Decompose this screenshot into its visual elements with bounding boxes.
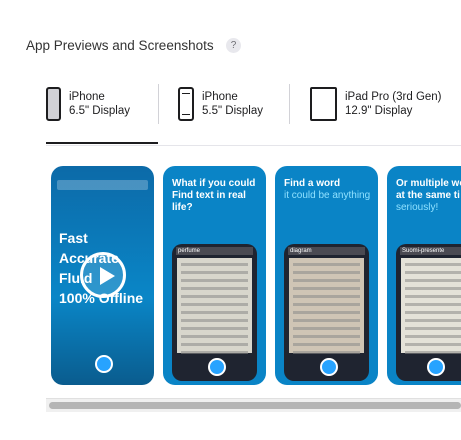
screenshot-caption: Find a word (284, 178, 341, 189)
screenshot-find-text[interactable]: What if you could Find text in real life… (163, 166, 266, 385)
tab-divider (289, 84, 290, 124)
tab-label-line1: iPhone (202, 91, 238, 103)
document-preview (401, 258, 461, 354)
play-icon[interactable] (80, 252, 126, 298)
phone-mockup: Suomi-presente (396, 244, 461, 381)
tab-label-line2: 12.9" Display (345, 105, 413, 117)
mock-search-label: perfume (176, 247, 253, 255)
device-tabs: iPhone 6.5" Display iPhone 5.5" Display … (46, 80, 461, 144)
screenshot-caption: What if you could Find text in real life… (172, 178, 256, 213)
horizontal-scrollbar[interactable] (46, 398, 461, 412)
tab-iphone-5-5[interactable]: iPhone 5.5" Display (178, 80, 263, 128)
scrollbar-thumb[interactable] (49, 402, 461, 409)
section-title: App Previews and Screenshots (26, 38, 214, 53)
screenshot-subcaption: seriously! (396, 202, 439, 213)
shutter-button-icon (426, 358, 445, 376)
tab-label-line2: 5.5" Display (202, 105, 263, 117)
tab-ipad-pro[interactable]: iPad Pro (3rd Gen) 12.9" Display (310, 80, 442, 128)
tab-label-line1: iPad Pro (3rd Gen) (345, 91, 442, 103)
shutter-button-icon (207, 358, 226, 376)
screenshot-multiple-words[interactable]: Or multiple wo at the same ti seriously!… (387, 166, 461, 385)
screenshot-find-word[interactable]: Find a word it could be anything diagram (275, 166, 378, 385)
search-bar-mock (57, 180, 148, 190)
screenshot-video-preview[interactable]: Fast Accurate Fluid 100% Offline (51, 166, 154, 385)
iphone-tall-icon (46, 87, 61, 121)
phone-mockup: perfume (172, 244, 257, 381)
screenshot-subcaption: it could be anything (284, 190, 371, 201)
screenshot-caption: Or multiple wo at the same ti (396, 178, 461, 201)
shutter-button-icon (95, 355, 113, 373)
tab-label-line1: iPhone (69, 91, 105, 103)
tab-label-line2: 6.5" Display (69, 105, 130, 117)
mock-search-label: Suomi-presente (400, 247, 461, 255)
help-icon[interactable]: ? (226, 38, 241, 53)
tab-divider (158, 84, 159, 124)
iphone-home-icon (178, 87, 194, 121)
shutter-button-icon (319, 358, 338, 376)
tab-iphone-6-5[interactable]: iPhone 6.5" Display (46, 80, 130, 128)
ipad-icon (310, 87, 337, 121)
phone-mockup: diagram (284, 244, 369, 381)
tabs-underline (46, 145, 461, 146)
document-preview (289, 258, 364, 354)
mock-search-label: diagram (288, 247, 365, 255)
active-tab-indicator (46, 142, 158, 144)
document-preview (177, 258, 252, 354)
